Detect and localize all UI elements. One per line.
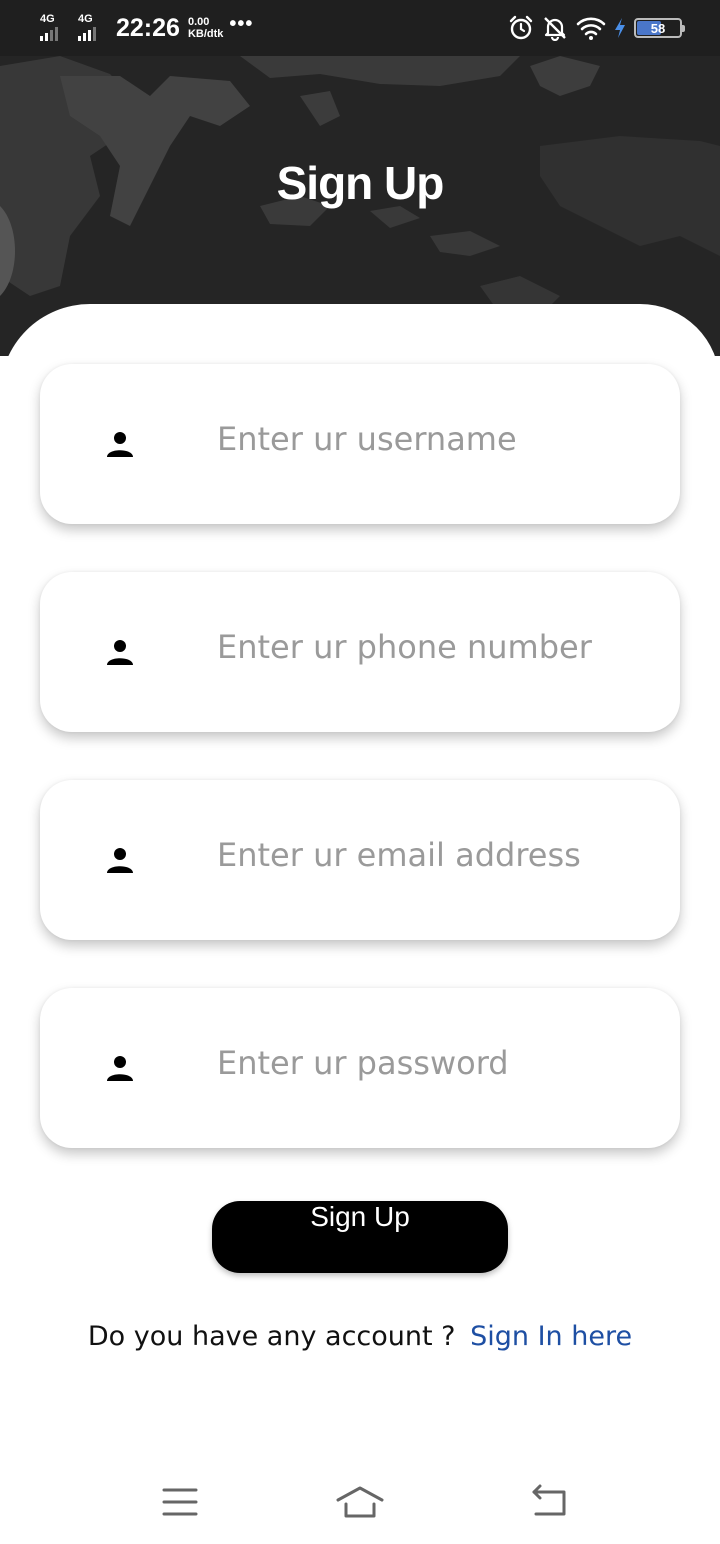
phone-input[interactable]: Enter ur phone number (217, 628, 592, 676)
person-icon (107, 640, 133, 665)
status-bar: 4G 4G 22:26 0.00 KB/dtk ••• 58 (0, 0, 720, 56)
sign-in-link[interactable]: Sign In here (470, 1321, 632, 1352)
alarm-icon (509, 15, 533, 40)
password-input[interactable]: Enter ur password (217, 1044, 509, 1092)
person-icon (107, 848, 133, 873)
clock: 22:26 (116, 13, 180, 42)
account-question: Do you have any account ? (87, 1321, 456, 1352)
charging-icon (615, 18, 625, 38)
signal-icon: 4G (38, 13, 72, 43)
bell-off-icon (544, 17, 566, 41)
more-notifications-icon: ••• (229, 12, 254, 35)
email-input[interactable]: Enter ur email address (217, 836, 581, 884)
username-input[interactable]: Enter ur username (217, 420, 517, 468)
home-icon[interactable] (336, 1478, 384, 1526)
email-field[interactable]: Enter ur email address (40, 780, 680, 940)
password-field[interactable]: Enter ur password (40, 988, 680, 1148)
speed-unit: KB/dtk (187, 28, 224, 40)
page-title: Sign Up (276, 157, 445, 209)
navigation-bar (0, 1460, 720, 1544)
speed-value: 0.00 (187, 16, 210, 28)
network-speed: 0.00 KB/dtk (188, 16, 223, 40)
signal-icon: 4G (76, 13, 110, 43)
network-label: 4G (40, 13, 55, 25)
sign-up-button[interactable]: Sign Up (212, 1201, 508, 1273)
battery-icon: 58 (634, 18, 685, 38)
phone-field[interactable]: Enter ur phone number (40, 572, 680, 732)
sign-in-prompt: Do you have any account ? Sign In here (0, 1316, 720, 1358)
battery-level: 58 (650, 20, 666, 36)
person-icon (107, 432, 133, 457)
back-icon[interactable] (526, 1478, 574, 1526)
username-field[interactable]: Enter ur username (40, 364, 680, 524)
wifi-icon (576, 17, 606, 40)
person-icon (107, 1056, 133, 1081)
network-label: 4G (78, 13, 93, 25)
menu-icon[interactable] (156, 1478, 204, 1526)
